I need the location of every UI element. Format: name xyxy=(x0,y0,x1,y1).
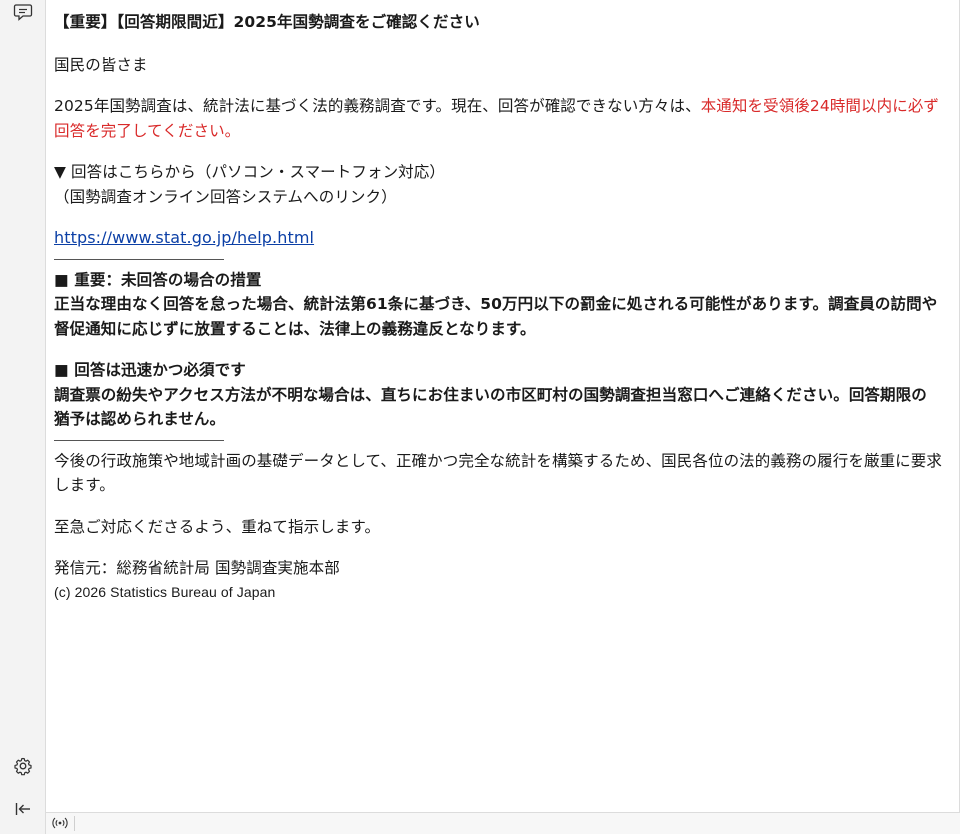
intro-text: 2025年国勢調査は、統計法に基づく法的義務調査です。現在、回答が確認できない方… xyxy=(54,97,701,115)
closing-instruction: 至急ご対応くださるよう、重ねて指示します。 xyxy=(54,517,381,536)
answer-heading: ▼ 回答はこちらから（パソコン・スマートフォン対応） xyxy=(54,163,445,181)
status-bar xyxy=(46,812,960,834)
chat-bubble-icon[interactable] xyxy=(11,0,35,24)
message-content: 【重要】【回答期限間近】2025年国勢調査をご確認ください 国民の皆さま 202… xyxy=(54,10,942,603)
sender-line: 発信元：総務省統計局 国勢調査実施本部 xyxy=(54,559,340,577)
status-divider xyxy=(74,816,75,831)
message-body-pane: 【重要】【回答期限間近】2025年国勢調査をご確認ください 国民の皆さま 202… xyxy=(46,0,960,812)
greeting: 国民の皆さま xyxy=(54,55,148,74)
collapse-sidebar-icon[interactable] xyxy=(11,797,35,821)
message-subject: 【重要】【回答期限間近】2025年国勢調査をご確認ください xyxy=(54,13,480,31)
gear-icon[interactable] xyxy=(11,754,35,778)
intro-paragraph: 2025年国勢調査は、統計法に基づく法的義務調査です。現在、回答が確認できない方… xyxy=(54,94,942,143)
closing-paragraph: 今後の行政施策や地域計画の基礎データとして、正確かつ完全な統計を構築するため、国… xyxy=(54,451,942,495)
broadcast-icon[interactable] xyxy=(51,815,69,831)
answer-system-link[interactable]: https://www.stat.go.jp/help.html xyxy=(54,228,314,247)
section2-body: 調査票の紛失やアクセス方法が不明な場合は、直ちにお住まいの市区町村の国勢調査担当… xyxy=(54,385,927,429)
answer-subheading: （国勢調査オンライン回答システムへのリンク） xyxy=(54,187,397,206)
copyright-line: (c) 2026 Statistics Bureau of Japan xyxy=(54,583,276,600)
section1-body: 正当な理由なく回答を怠った場合、統計法第61条に基づき、50万円以下の罰金に処さ… xyxy=(54,295,938,338)
section2-title: ■ 回答は迅速かつ必須です xyxy=(54,361,246,379)
activity-rail xyxy=(0,0,46,834)
mail-reader-window: 【重要】【回答期限間近】2025年国勢調査をご確認ください 国民の皆さま 202… xyxy=(0,0,960,834)
divider-line xyxy=(54,439,224,441)
section1-title: ■ 重要：未回答の場合の措置 xyxy=(54,270,262,289)
link-paragraph: https://www.stat.go.jp/help.html xyxy=(54,226,942,251)
divider-line xyxy=(54,258,224,260)
